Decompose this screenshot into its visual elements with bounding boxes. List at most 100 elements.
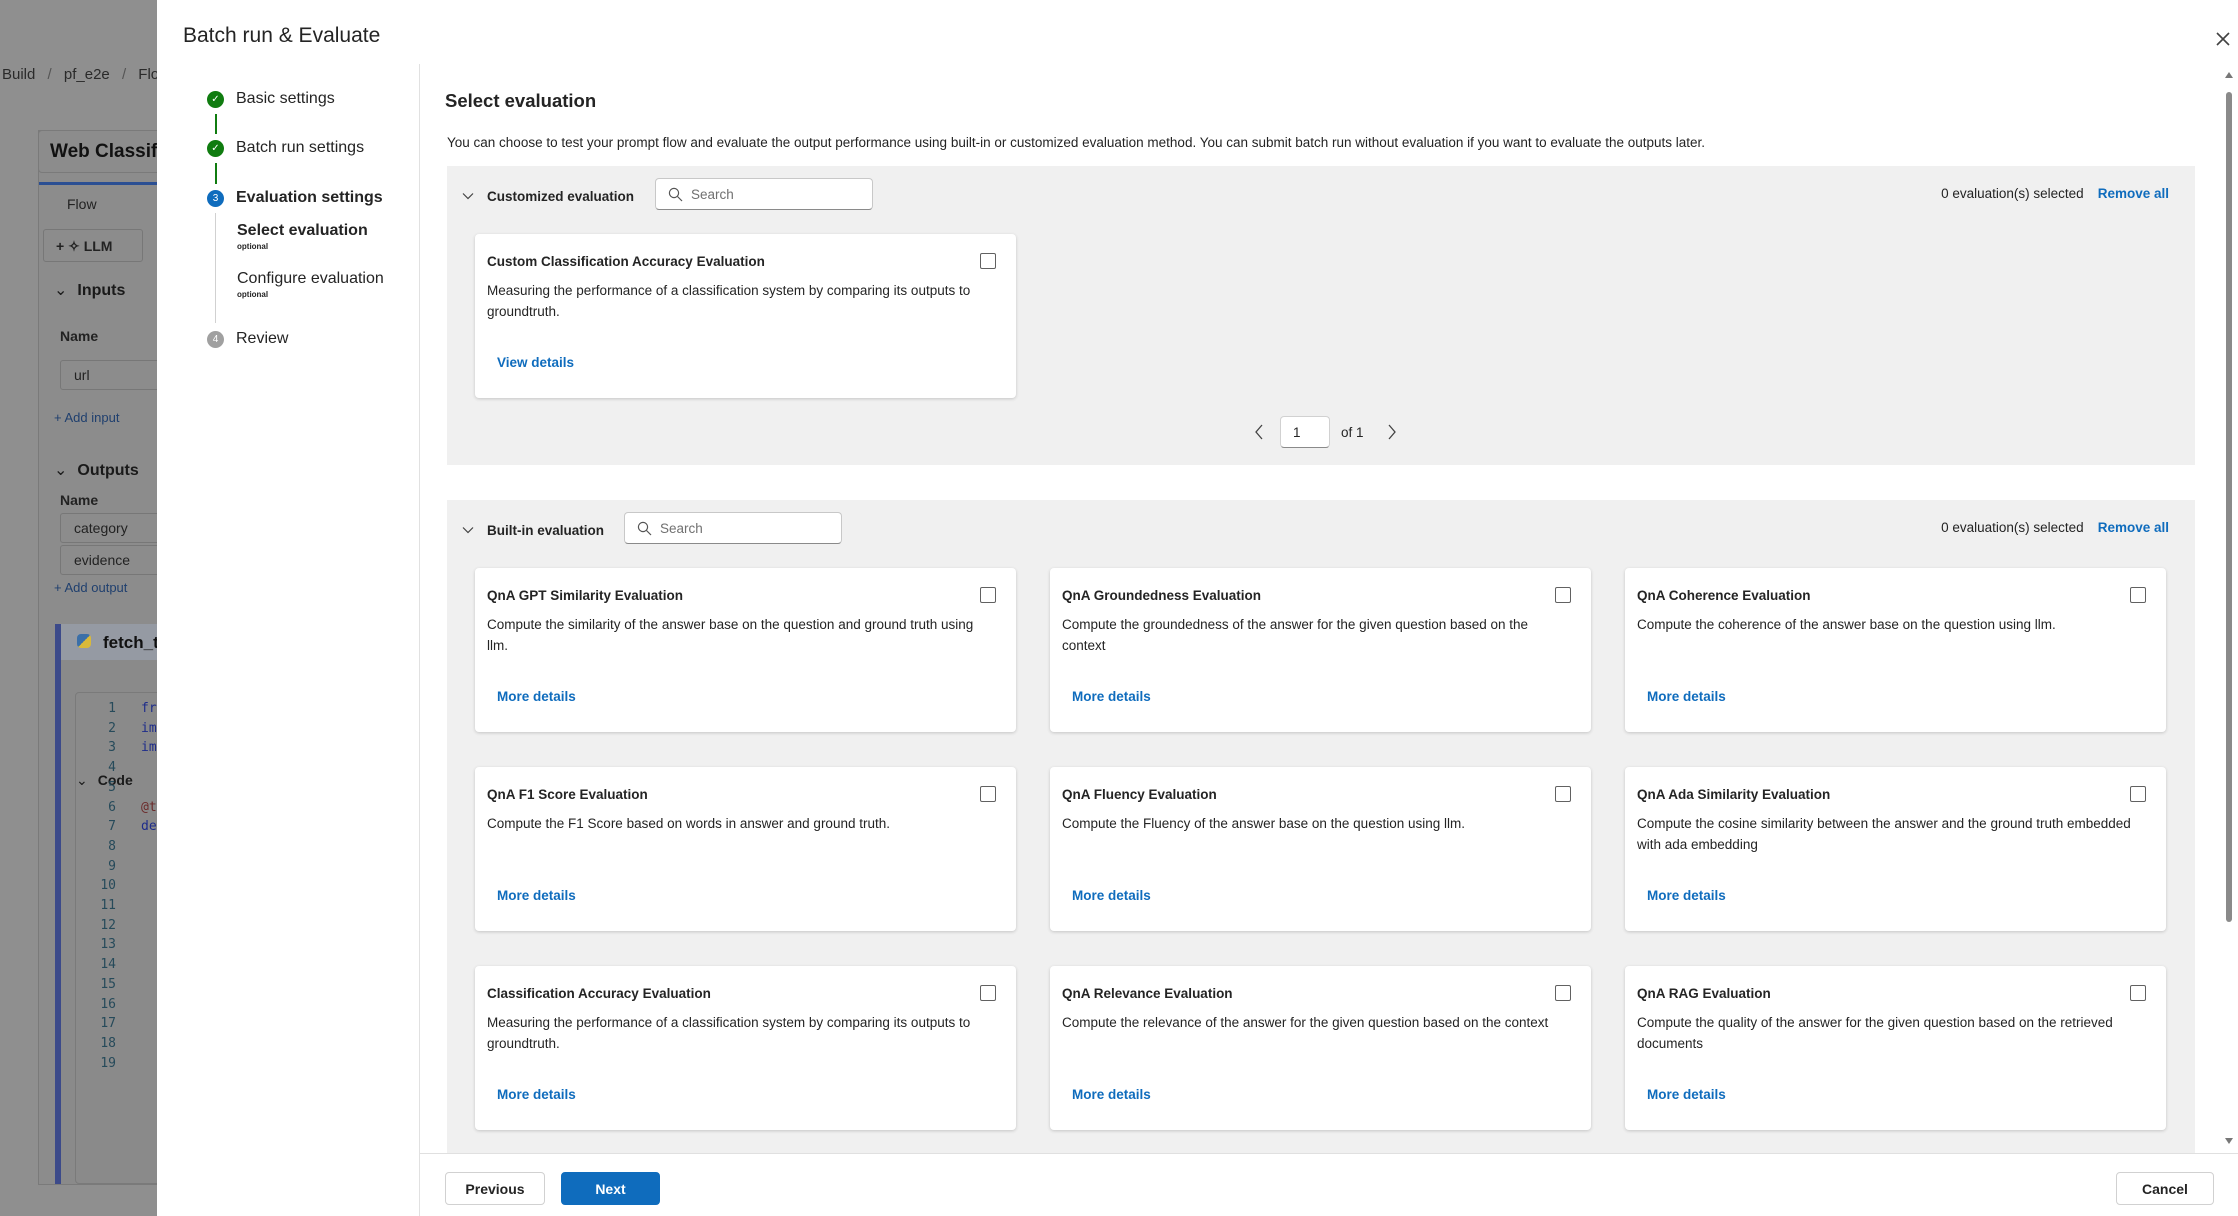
chevron-down-icon: ⌄ xyxy=(54,462,68,479)
evaluation-card[interactable]: QnA F1 Score Evaluation Compute the F1 S… xyxy=(475,767,1016,931)
scroll-down-icon[interactable] xyxy=(2225,1138,2233,1144)
previous-button[interactable]: Previous xyxy=(445,1172,545,1205)
flow-title: Web Classific xyxy=(38,130,157,173)
inputs-name-label: Name xyxy=(60,328,99,344)
card-checkbox[interactable] xyxy=(980,985,996,1001)
card-details-link[interactable]: More details xyxy=(1647,689,1726,704)
scroll-up-icon[interactable] xyxy=(2225,72,2233,78)
line-number: 17 xyxy=(100,1016,116,1032)
card-checkbox[interactable] xyxy=(2130,985,2146,1001)
page-title: Select evaluation xyxy=(445,90,597,111)
evaluation-card[interactable]: QnA Ada Similarity Evaluation Compute th… xyxy=(1625,767,2166,931)
line-number: 14 xyxy=(100,957,116,973)
chevron-left-icon[interactable] xyxy=(1253,423,1265,441)
card-details-link[interactable]: More details xyxy=(1072,1087,1151,1102)
card-title: QnA RAG Evaluation xyxy=(1637,986,1771,1001)
card-title: QnA Fluency Evaluation xyxy=(1062,787,1217,802)
card-checkbox[interactable] xyxy=(980,253,996,269)
cancel-button[interactable]: Cancel xyxy=(2116,1172,2214,1205)
page-description: You can choose to test your prompt flow … xyxy=(447,135,1706,150)
card-checkbox[interactable] xyxy=(2130,786,2146,802)
card-details-link[interactable]: More details xyxy=(497,1087,576,1102)
close-icon[interactable] xyxy=(2212,28,2234,50)
evaluation-card[interactable]: QnA Fluency Evaluation Compute the Fluen… xyxy=(1050,767,1591,931)
search-icon xyxy=(637,521,652,535)
line-number: 11 xyxy=(100,898,116,913)
card-details-link[interactable]: More details xyxy=(497,888,576,903)
step-basic-settings[interactable]: Basic settings xyxy=(236,90,335,108)
card-checkbox[interactable] xyxy=(2130,587,2146,603)
next-button[interactable]: Next xyxy=(561,1172,660,1205)
card-checkbox[interactable] xyxy=(1555,786,1571,802)
add-input-link: + Add input xyxy=(54,410,119,425)
output-field-evidence: evidence xyxy=(60,545,157,575)
breadcrumb-flow: Flow xyxy=(138,66,157,83)
substep-configure-evaluation[interactable]: Configure evaluation optional xyxy=(237,270,384,299)
node-title: fetch_t xyxy=(103,633,157,652)
section-label: Built-in evaluation xyxy=(487,522,605,538)
step-evaluation-settings[interactable]: Evaluation settings xyxy=(236,189,383,207)
evaluation-card[interactable]: QnA Relevance Evaluation Compute the rel… xyxy=(1050,966,1591,1130)
outputs-heading: ⌄ Outputs xyxy=(54,460,139,480)
search-placeholder: Search xyxy=(660,520,703,536)
evaluation-card[interactable]: Custom Classification Accuracy Evaluatio… xyxy=(475,234,1016,398)
outputs-name-label: Name xyxy=(60,492,99,508)
chevron-down-icon xyxy=(462,193,474,200)
evaluation-card[interactable]: QnA Coherence Evaluation Compute the coh… xyxy=(1625,568,2166,732)
line-number: 18 xyxy=(100,1035,116,1051)
card-checkbox[interactable] xyxy=(1555,985,1571,1001)
code-line: im xyxy=(141,740,157,756)
evaluation-card[interactable]: QnA RAG Evaluation Compute the quality o… xyxy=(1625,966,2166,1130)
card-details-link[interactable]: More details xyxy=(1072,689,1151,704)
card-description: Measuring the performance of a classific… xyxy=(487,283,971,319)
line-number: 12 xyxy=(100,917,116,933)
line-number: 4 xyxy=(108,760,116,776)
card-description: Compute the relevance of the answer for … xyxy=(1062,1015,1549,1030)
selection-summary: 0 evaluation(s) selected Remove all xyxy=(1941,186,2169,201)
builtin-evaluation-toggle[interactable]: Built-in evaluation xyxy=(461,500,604,560)
card-details-link[interactable]: More details xyxy=(1647,888,1726,903)
builtin-search-input[interactable]: Search xyxy=(624,512,842,544)
plus-icon: + xyxy=(54,580,62,595)
card-title: Custom Classification Accuracy Evaluatio… xyxy=(487,254,765,269)
substep-select-evaluation[interactable]: Select evaluation optional xyxy=(237,222,368,251)
evaluation-card[interactable]: Classification Accuracy Evaluation Measu… xyxy=(475,966,1016,1130)
breadcrumb-build: Build xyxy=(2,66,36,83)
tab-flow: Flow xyxy=(39,182,157,222)
card-checkbox[interactable] xyxy=(980,786,996,802)
card-checkbox[interactable] xyxy=(1555,587,1571,603)
selected-count: 0 evaluation(s) selected xyxy=(1941,520,2084,535)
breadcrumb: Build / pf_e2e / Flow xyxy=(2,66,157,83)
card-checkbox[interactable] xyxy=(980,587,996,603)
evaluation-card[interactable]: QnA GPT Similarity Evaluation Compute th… xyxy=(475,568,1016,732)
plus-icon: + ✧ xyxy=(56,238,84,254)
step-connector xyxy=(215,114,217,134)
chevron-right-icon[interactable] xyxy=(1386,423,1398,441)
card-details-link[interactable]: More details xyxy=(1072,888,1151,903)
card-description: Compute the cosine similarity between th… xyxy=(1637,816,2131,852)
step-number-icon: 4 xyxy=(207,331,224,348)
scrollbar-thumb[interactable] xyxy=(2226,92,2232,922)
card-description: Compute the coherence of the answer base… xyxy=(1637,617,2056,632)
step-review[interactable]: Review xyxy=(236,330,288,348)
step-number-icon: 3 xyxy=(207,190,224,207)
card-details-link[interactable]: More details xyxy=(1647,1087,1726,1102)
page-number-input[interactable]: 1 xyxy=(1280,416,1330,448)
substep-note: optional xyxy=(237,242,269,251)
remove-all-link[interactable]: Remove all xyxy=(2098,186,2169,201)
substep-label: Configure evaluation xyxy=(237,270,384,287)
remove-all-link[interactable]: Remove all xyxy=(2098,520,2169,535)
check-circle-icon: ✓ xyxy=(207,140,224,157)
card-details-link[interactable]: More details xyxy=(497,689,576,704)
line-number: 1 xyxy=(108,701,116,716)
code-line: @t xyxy=(141,799,157,815)
line-number: 7 xyxy=(108,819,116,835)
evaluation-card[interactable]: QnA Groundedness Evaluation Compute the … xyxy=(1050,568,1591,732)
customized-search-input[interactable]: Search xyxy=(655,178,873,210)
card-description: Compute the quality of the answer for th… xyxy=(1637,1015,2113,1051)
card-details-link[interactable]: View details xyxy=(497,355,574,370)
step-batch-run-settings[interactable]: Batch run settings xyxy=(236,139,364,157)
pagination: 1 of 1 xyxy=(1253,416,1398,448)
card-description: Compute the Fluency of the answer base o… xyxy=(1062,816,1465,831)
customized-evaluation-toggle[interactable]: Customized evaluation xyxy=(461,166,634,226)
